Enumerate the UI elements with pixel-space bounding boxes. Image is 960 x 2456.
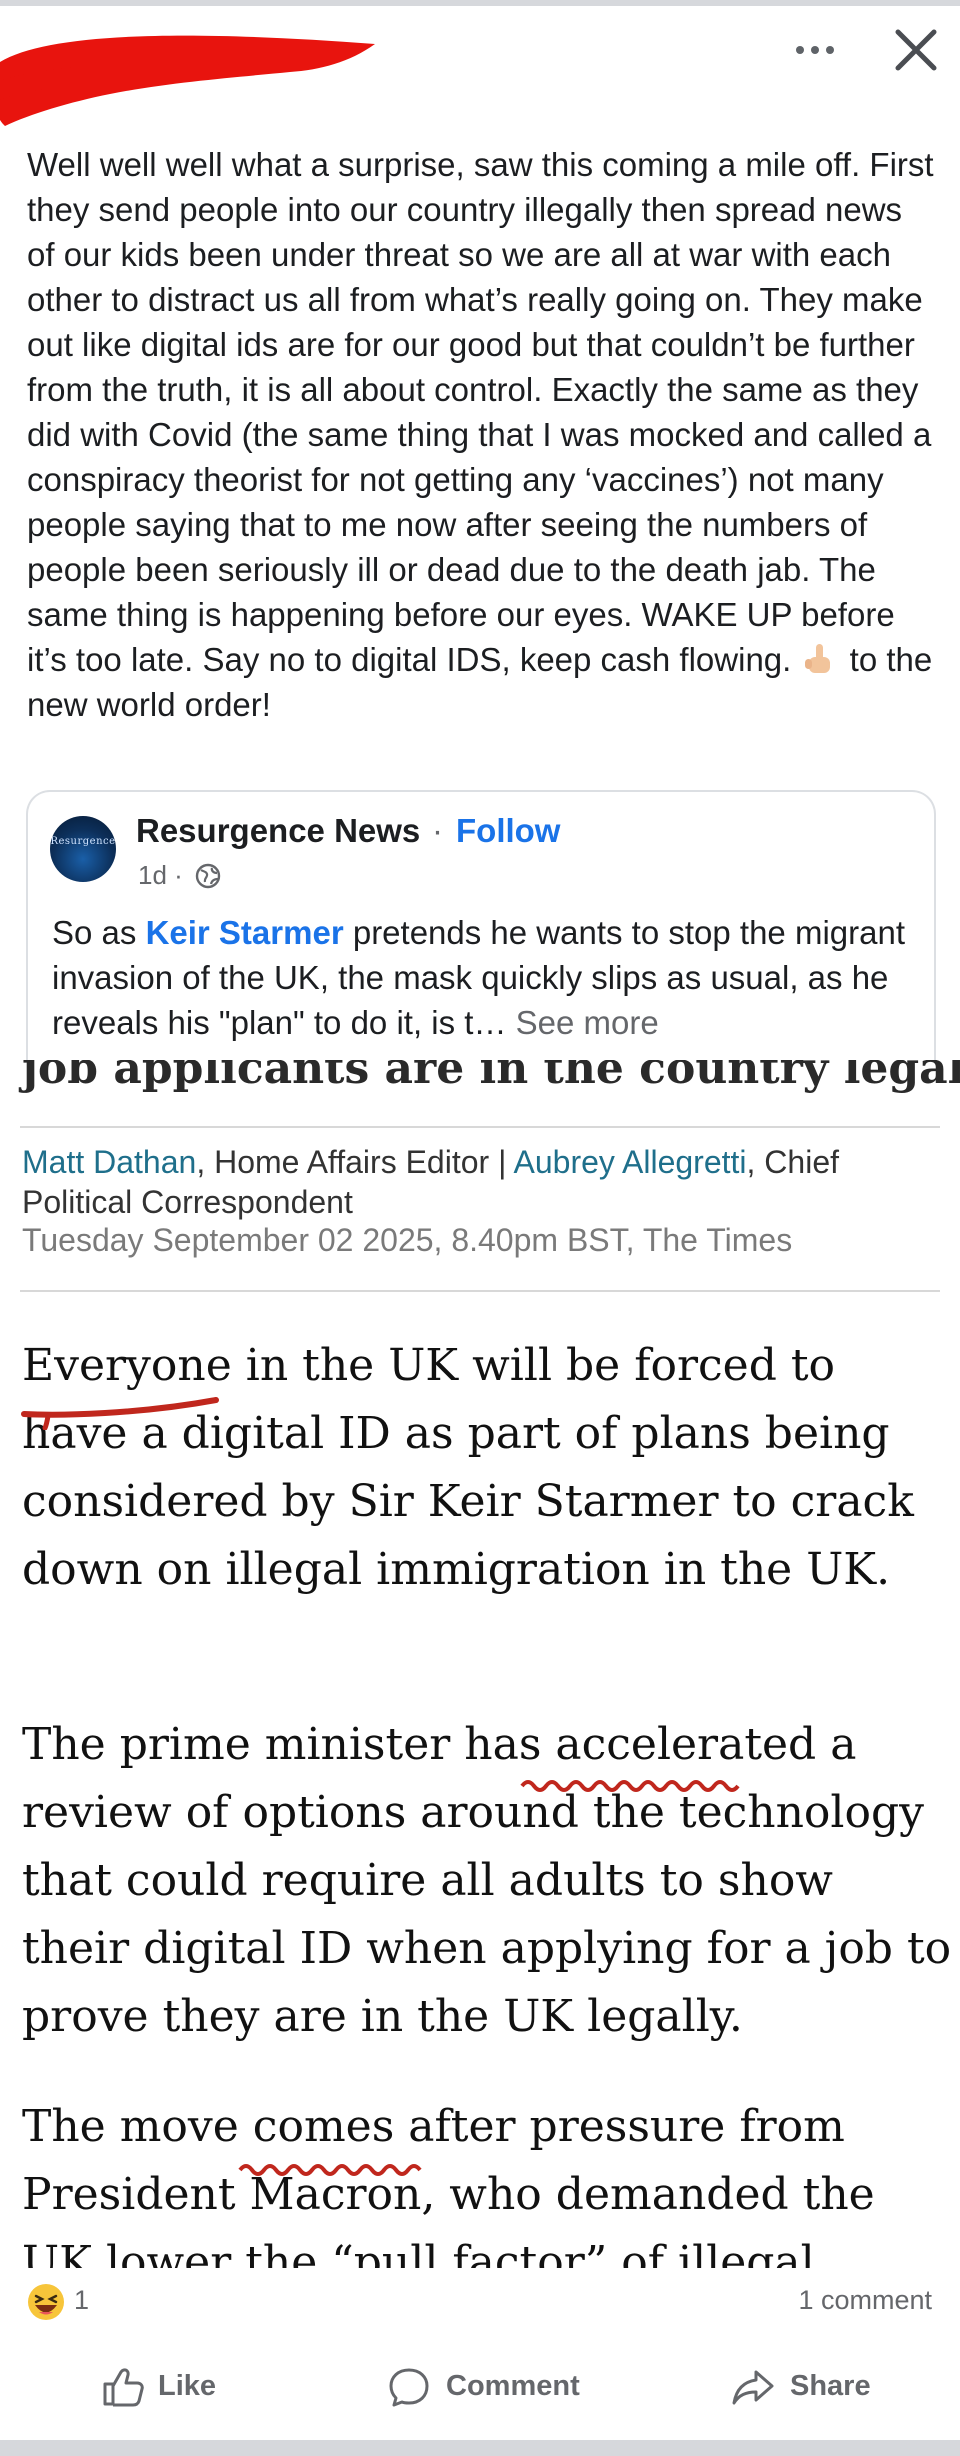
- article-paragraph-3: The move comes after pressure from Presi…: [22, 2101, 875, 2268]
- avatar-logo-text: Resurgence: [50, 836, 116, 847]
- divider: [20, 1126, 940, 1128]
- annotation-underline-everyone: [21, 1397, 219, 1430]
- comment-label: Comment: [446, 2370, 580, 2402]
- follow-button[interactable]: Follow: [456, 812, 560, 850]
- article-headline-fragment: job applicants are in the country legall…: [22, 1060, 960, 1094]
- name-separator: ·: [432, 812, 443, 849]
- page-avatar[interactable]: Resurgence: [50, 816, 116, 882]
- shared-page-name[interactable]: Resurgence News: [136, 812, 420, 850]
- middle-finger-emoji-icon: [804, 643, 833, 677]
- share-label: Share: [790, 2370, 871, 2402]
- shared-post-card[interactable]: Resurgence Resurgence News · Follow 1d ·…: [26, 790, 936, 1072]
- reaction-count: 1: [74, 2285, 90, 2315]
- share-arrow-icon: [732, 2370, 774, 2405]
- post-body: Well well well what a surprise, saw this…: [27, 142, 937, 727]
- globe-icon: [195, 863, 221, 889]
- comment-bubble-icon: [389, 2368, 429, 2407]
- keir-starmer-link[interactable]: Keir Starmer: [146, 914, 344, 951]
- like-label: Like: [158, 2370, 217, 2402]
- like-button[interactable]: Like: [100, 2362, 240, 2414]
- article-byline: Matt Dathan, Home Affairs Editor | Aubre…: [22, 1142, 942, 1222]
- author-role-1: , Home Affairs Editor |: [196, 1144, 514, 1180]
- annotation-underline-accelerated: [520, 1780, 740, 1792]
- thumbs-up-icon: [103, 2368, 144, 2407]
- bottom-strip: [0, 2440, 960, 2456]
- author-link-1: Matt Dathan: [22, 1144, 197, 1180]
- post-text-main: Well well well what a surprise, saw this…: [27, 146, 934, 678]
- article-paragraph-2: The prime minister has accelerated a rev…: [22, 1719, 952, 2042]
- facebook-post-screen: Well well well what a surprise, saw this…: [0, 0, 960, 2456]
- laughing-emoji-icon: [28, 2284, 64, 2320]
- status-strip: [0, 0, 960, 6]
- annotation-underline-macron: [238, 2164, 422, 2176]
- share-button[interactable]: Share: [730, 2362, 890, 2414]
- post-timestamp[interactable]: 1d ·: [138, 860, 183, 891]
- comment-button[interactable]: Comment: [386, 2362, 586, 2414]
- close-icon[interactable]: [888, 22, 944, 78]
- more-options-icon[interactable]: [790, 30, 840, 70]
- shared-text-start: So as: [52, 914, 146, 951]
- divider: [20, 1290, 940, 1292]
- redaction-scribble: [0, 35, 375, 126]
- see-more-link[interactable]: See more: [516, 1004, 659, 1041]
- author-link-2: Aubrey Allegretti: [513, 1144, 747, 1180]
- comment-count[interactable]: 1 comment: [798, 2285, 932, 2316]
- shared-post-text: So as Keir Starmer pretends he wants to …: [52, 910, 912, 1045]
- article-dateline: Tuesday September 02 2025, 8.40pm BST, T…: [22, 1222, 793, 1258]
- article-paragraph-1: Everyone in the UK will be forced to hav…: [22, 1340, 914, 1595]
- article-screenshot[interactable]: job applicants are in the country legall…: [0, 1060, 960, 2268]
